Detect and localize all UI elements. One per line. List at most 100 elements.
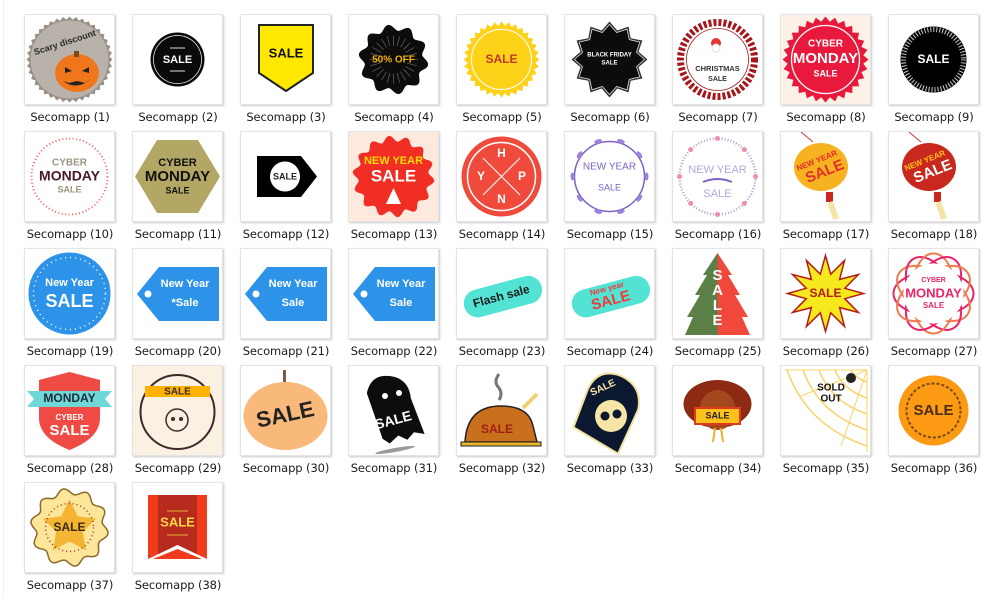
file-item[interactable]: SALE Secomapp (30) [236,361,344,478]
file-name-label[interactable]: Secomapp (25) [668,344,768,358]
file-name-label[interactable]: Secomapp (13) [344,227,444,241]
file-name-label[interactable]: Secomapp (35) [776,461,876,475]
file-name-label[interactable]: Secomapp (2) [128,110,228,124]
file-name-label[interactable]: Secomapp (10) [20,227,120,241]
file-name-label[interactable]: Secomapp (15) [560,227,660,241]
file-thumbnail[interactable]: SOLD OUT [780,365,871,456]
file-thumbnail[interactable]: SALE [780,248,871,339]
file-item[interactable]: SALE Secomapp (29) [128,361,236,478]
file-name-label[interactable]: Secomapp (17) [776,227,876,241]
file-thumbnail[interactable]: SALE [240,14,331,105]
file-thumbnail[interactable]: New Year SALE [24,248,115,339]
file-item[interactable]: SALE Secomapp (3) [236,10,344,127]
file-item[interactable]: SALE Secomapp (32) [452,361,560,478]
file-item[interactable]: SALE Secomapp (37) [20,478,128,595]
file-name-label[interactable]: Secomapp (37) [20,578,120,592]
file-name-label[interactable]: Secomapp (5) [452,110,552,124]
file-name-label[interactable]: Secomapp (33) [560,461,660,475]
file-thumbnail[interactable]: New Year *Sale [132,248,223,339]
file-name-label[interactable]: Secomapp (24) [560,344,660,358]
file-name-label[interactable]: Secomapp (4) [344,110,444,124]
file-item[interactable]: CYBER MONDAY SALE Secomapp (11) [128,127,236,244]
file-name-label[interactable]: Secomapp (8) [776,110,876,124]
file-thumbnail[interactable]: New Year Sale [348,248,439,339]
file-name-label[interactable]: Secomapp (20) [128,344,228,358]
file-item[interactable]: SALE Secomapp (5) [452,10,560,127]
file-thumbnail[interactable]: CYBER MONDAY SALE [780,14,871,105]
file-name-label[interactable]: Secomapp (9) [884,110,984,124]
file-name-label[interactable]: Secomapp (32) [452,461,552,475]
file-thumbnail[interactable]: SALE [240,131,331,222]
file-name-label[interactable]: Secomapp (11) [128,227,228,241]
file-thumbnail[interactable]: NEW YEAR SALE [348,131,439,222]
file-name-label[interactable]: Secomapp (3) [236,110,336,124]
file-item[interactable]: CHRISTMAS SALE Secomapp (7) [668,10,776,127]
file-thumbnail[interactable]: SALE [888,14,979,105]
file-name-label[interactable]: Secomapp (30) [236,461,336,475]
file-item[interactable]: SALE Secomapp (26) [776,244,884,361]
file-thumbnail[interactable]: SALE [132,365,223,456]
file-thumbnail[interactable]: SALE [132,482,223,573]
file-thumbnail[interactable]: HY PN [456,131,547,222]
file-thumbnail[interactable]: SALE [24,482,115,573]
file-item[interactable]: CYBER MONDAY SALE Secomapp (8) [776,10,884,127]
file-item[interactable]: BLACK FRIDAY SALE Secomapp (6) [560,10,668,127]
file-name-label[interactable]: Secomapp (19) [20,344,120,358]
file-thumbnail[interactable]: SALE [564,365,655,456]
file-item[interactable]: S A L E Secomapp (25) [668,244,776,361]
file-item[interactable]: SALE Secomapp (9) [884,10,989,127]
file-item[interactable]: SALE Secomapp (31) [344,361,452,478]
file-name-label[interactable]: Secomapp (12) [236,227,336,241]
file-item[interactable]: NEW YEAR SALE Secomapp (17) [776,127,884,244]
file-item[interactable]: SALE Secomapp (36) [884,361,989,478]
file-name-label[interactable]: Secomapp (28) [20,461,120,475]
file-name-label[interactable]: Secomapp (38) [128,578,228,592]
file-item[interactable]: H Y P N Secomapp (14) [452,127,560,244]
file-thumbnail[interactable]: SALE [348,365,439,456]
file-thumbnail[interactable]: MONDAY CYBER SALE [24,365,115,456]
file-name-label[interactable]: Secomapp (27) [884,344,984,358]
file-thumbnail[interactable]: SALE [240,365,331,456]
file-item[interactable]: New Year *Sale Secomapp (20) [128,244,236,361]
file-name-label[interactable]: Secomapp (23) [452,344,552,358]
file-thumbnail[interactable]: NEW YEAR SALE [888,131,979,222]
file-thumbnail[interactable]: NEW YEAR SALE [672,131,763,222]
file-item[interactable]: New Year Sale Secomapp (21) [236,244,344,361]
file-item[interactable]: New Year Sale Secomapp (22) [344,244,452,361]
file-item[interactable]: SOLD OUT Secomapp (35) [776,361,884,478]
file-name-label[interactable]: Secomapp (18) [884,227,984,241]
file-thumbnail[interactable]: BLACK FRIDAY SALE [564,14,655,105]
file-thumbnail[interactable]: 50% OFF [348,14,439,105]
file-thumbnail[interactable]: NEW YEAR SALE [780,131,871,222]
file-thumbnail[interactable]: SALE [456,14,547,105]
file-item[interactable]: New Year SALE Secomapp (19) [20,244,128,361]
file-name-label[interactable]: Secomapp (6) [560,110,660,124]
file-thumbnail[interactable]: SALE [672,365,763,456]
file-item[interactable]: CYBER MONDAY SALE Secomapp (27) [884,244,989,361]
file-thumbnail[interactable]: CYBER MONDAY SALE [132,131,223,222]
file-item[interactable]: SALE Secomapp (12) [236,127,344,244]
file-item[interactable]: NEW YEAR SALE Secomapp (15) [560,127,668,244]
file-name-label[interactable]: Secomapp (7) [668,110,768,124]
file-name-label[interactable]: Secomapp (14) [452,227,552,241]
file-item[interactable]: SALE Secomapp (34) [668,361,776,478]
file-item[interactable]: MONDAY CYBER SALE Secomapp (28) [20,361,128,478]
file-name-label[interactable]: Secomapp (31) [344,461,444,475]
file-thumbnail[interactable]: NEW YEAR SALE [564,131,655,222]
file-item[interactable]: Flash sale Secomapp (23) [452,244,560,361]
file-item[interactable]: SALE Secomapp (2) [128,10,236,127]
file-thumbnail[interactable]: CHRISTMAS SALE [672,14,763,105]
file-item[interactable]: SALE Secomapp (38) [128,478,236,595]
file-item[interactable]: Scary discount Secomapp (1) [20,10,128,127]
file-name-label[interactable]: Secomapp (26) [776,344,876,358]
file-thumbnail[interactable]: New year SALE [564,248,655,339]
file-thumbnail[interactable]: New Year Sale [240,248,331,339]
file-name-label[interactable]: Secomapp (1) [20,110,120,124]
file-item[interactable]: NEW YEAR SALE Secomapp (18) [884,127,989,244]
file-item[interactable]: CYBER MONDAY SALE Secomapp (10) [20,127,128,244]
file-item[interactable]: SALE Secomapp (33) [560,361,668,478]
file-item[interactable]: NEW YEAR SALE Secomapp (13) [344,127,452,244]
file-name-label[interactable]: Secomapp (21) [236,344,336,358]
file-thumbnail[interactable]: SALE [888,365,979,456]
file-name-label[interactable]: Secomapp (22) [344,344,444,358]
